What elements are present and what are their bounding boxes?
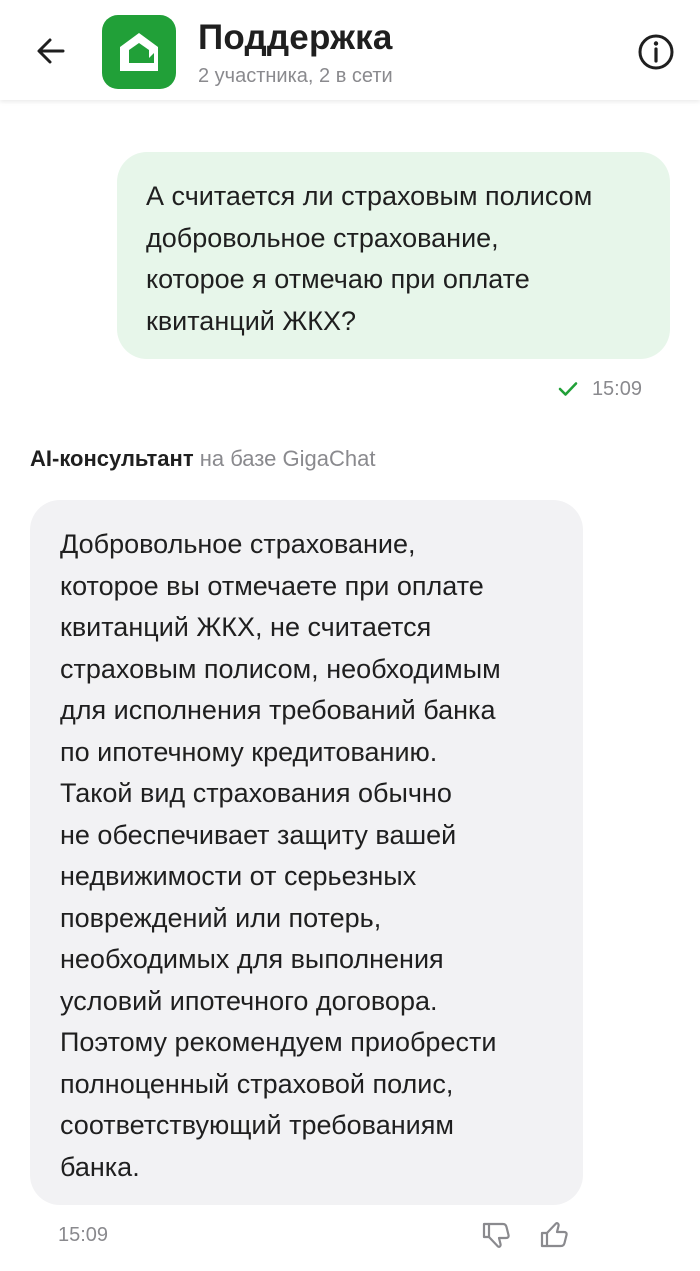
message-line: условий ипотечного договора. bbox=[60, 985, 438, 1016]
chat-header: Поддержка 2 участника, 2 в сети bbox=[0, 0, 700, 100]
arrow-left-icon bbox=[37, 38, 65, 64]
message-line: необходимых для выполнения bbox=[60, 944, 444, 974]
message-line: Поэтому рекомендуем приобрести bbox=[60, 1027, 497, 1057]
message-line: по ипотечному кредитованию. bbox=[60, 736, 438, 767]
sender-subtitle: на базе GigaChat bbox=[199, 446, 376, 471]
outgoing-message-meta: 15:09 bbox=[558, 375, 642, 403]
message-line: А считается ли страховым полисом bbox=[146, 181, 593, 211]
message-line: квитанций ЖКХ? bbox=[146, 305, 357, 336]
thumbs-up-icon bbox=[540, 1222, 568, 1248]
info-circle-icon bbox=[638, 34, 674, 70]
checkmark-icon bbox=[558, 382, 578, 396]
chat-title: Поддержка bbox=[198, 18, 393, 57]
message-line: недвижимости от серьезных bbox=[60, 861, 417, 891]
incoming-message-time: 15:09 bbox=[58, 1224, 109, 1246]
avatar[interactable] bbox=[102, 15, 176, 89]
incoming-message-bubble[interactable]: Добровольное страхование, которое вы отм… bbox=[30, 500, 583, 1205]
like-button[interactable] bbox=[534, 1215, 574, 1255]
message-line: страховым полисом, необходимым bbox=[60, 653, 501, 684]
chat-subtitle: 2 участника, 2 в сети bbox=[198, 65, 393, 87]
message-line: Такой вид страхования обычно bbox=[60, 778, 452, 808]
message-line: которое я отмечаю при оплате bbox=[146, 264, 530, 294]
message-line: полноценный страховой полис, bbox=[60, 1068, 454, 1099]
message-line: для исполнения требований банка bbox=[60, 695, 496, 725]
sender-label: AI-консультант на базе GigaChat bbox=[30, 446, 375, 472]
message-line: банка. bbox=[60, 1151, 140, 1182]
sender-name: AI-консультант bbox=[30, 446, 194, 471]
message-line: Добровольное страхование, bbox=[60, 529, 416, 559]
green-house-logo-icon bbox=[120, 33, 158, 71]
message-line: соответствующий требованиям bbox=[60, 1110, 454, 1140]
outgoing-message-bubble[interactable]: А считается ли страховым полисом доброво… bbox=[117, 152, 670, 359]
message-line: которое вы отмечаете при оплате bbox=[60, 570, 484, 601]
dislike-button[interactable] bbox=[476, 1215, 516, 1255]
info-button[interactable] bbox=[632, 28, 680, 76]
back-button[interactable] bbox=[22, 22, 80, 80]
message-line: повреждений или потерь, bbox=[60, 902, 382, 933]
message-line: квитанций ЖКХ, не считается bbox=[60, 612, 432, 642]
outgoing-message-time: 15:09 bbox=[591, 377, 642, 400]
thumbs-down-icon bbox=[482, 1222, 510, 1248]
message-line: не обеспечивает защиту вашей bbox=[60, 819, 457, 850]
message-line: добровольное страхование, bbox=[146, 222, 499, 253]
